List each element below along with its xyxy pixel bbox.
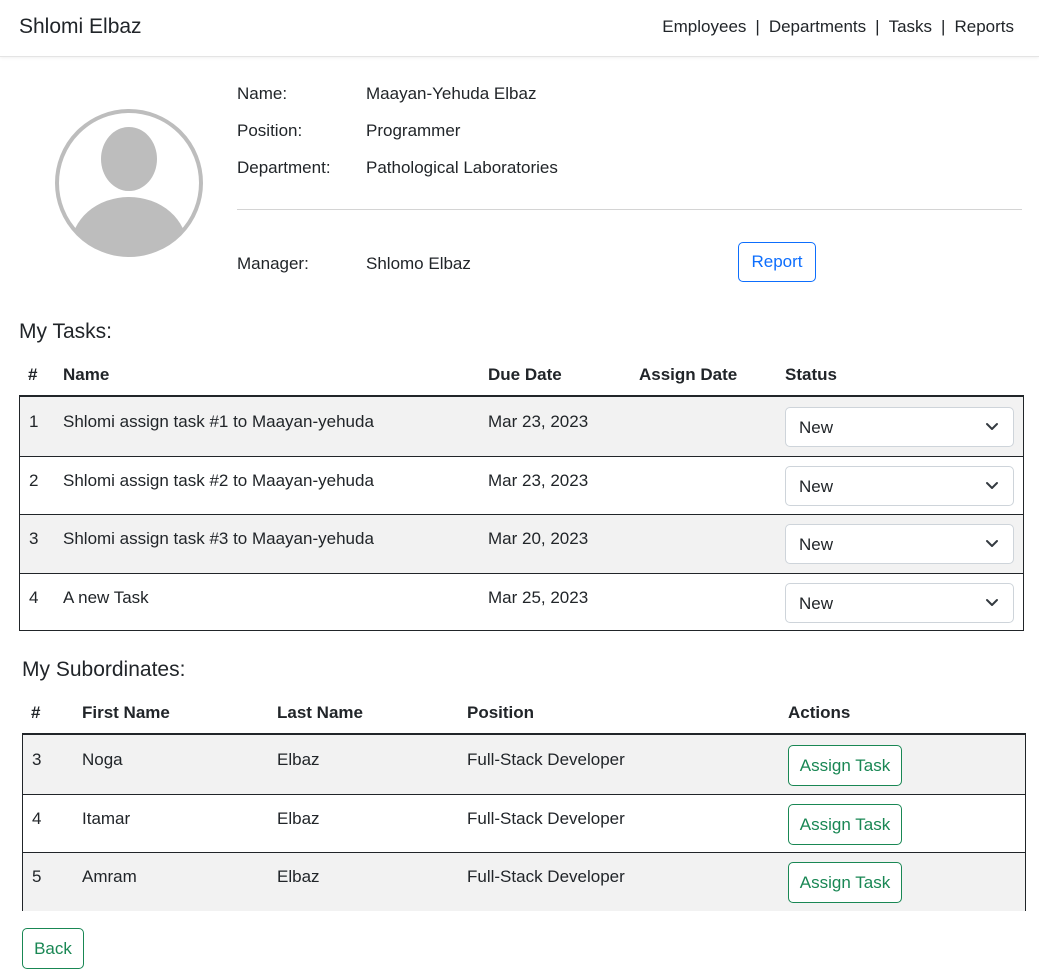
task-num: 3 — [29, 529, 39, 548]
nav-link-reports[interactable]: Reports — [954, 17, 1014, 37]
subordinates-header-position: Position — [467, 703, 535, 722]
tasks-header-due-date: Due Date — [488, 365, 562, 384]
tasks-header-num: # — [28, 365, 38, 384]
table-row: 5 Amram Elbaz Full-Stack Developer Assig… — [23, 852, 1025, 911]
chevron-down-icon — [986, 599, 998, 606]
task-name: Shlomi assign task #1 to Maayan-yehuda — [63, 412, 374, 431]
department-value: Pathological Laboratories — [366, 158, 558, 177]
task-status-value: New — [799, 594, 834, 613]
nav-link-employees[interactable]: Employees — [662, 17, 746, 37]
task-status-select[interactable]: New — [785, 524, 1014, 564]
tasks-table: 1 Shlomi assign task #1 to Maayan-yehuda… — [19, 395, 1024, 631]
task-status-select[interactable]: New — [785, 583, 1014, 623]
profile-divider — [237, 209, 1022, 210]
name-value: Maayan-Yehuda Elbaz — [366, 84, 537, 103]
subordinates-header-actions: Actions — [788, 703, 851, 722]
assign-task-button[interactable]: Assign Task — [788, 862, 902, 903]
task-num: 4 — [29, 588, 39, 607]
task-num: 2 — [29, 471, 39, 490]
task-name: A new Task — [63, 588, 149, 607]
assign-task-button[interactable]: Assign Task — [788, 745, 902, 786]
subordinate-last-name: Elbaz — [277, 809, 320, 828]
subordinates-header-num: # — [31, 703, 41, 722]
task-status-value: New — [799, 477, 834, 496]
position-value: Programmer — [366, 121, 461, 140]
table-row: 2 Shlomi assign task #2 to Maayan-yehuda… — [20, 456, 1023, 514]
task-status-value: New — [799, 418, 834, 437]
table-row: 4 Itamar Elbaz Full-Stack Developer Assi… — [23, 794, 1025, 852]
tasks-header-name: Name — [63, 365, 110, 384]
nav-link-departments[interactable]: Departments — [769, 17, 866, 37]
table-row: 3 Noga Elbaz Full-Stack Developer Assign… — [23, 735, 1025, 794]
table-row: 1 Shlomi assign task #1 to Maayan-yehuda… — [20, 397, 1023, 456]
navbar: Shlomi Elbaz Employees | Departments | T… — [0, 0, 1039, 57]
nav-separator: | — [755, 17, 760, 36]
nav-links: Employees | Departments | Tasks | Report… — [662, 17, 1014, 37]
task-status-value: New — [799, 535, 834, 554]
task-due-date: Mar 25, 2023 — [488, 588, 589, 607]
subordinates-table: 3 Noga Elbaz Full-Stack Developer Assign… — [22, 733, 1026, 911]
name-label: Name: — [237, 84, 288, 103]
subordinate-first-name: Amram — [82, 867, 137, 886]
table-row: 4 A new Task Mar 25, 2023 New — [20, 573, 1023, 631]
navbar-brand[interactable]: Shlomi Elbaz — [19, 15, 142, 39]
back-button[interactable]: Back — [22, 928, 84, 969]
tasks-header-status: Status — [785, 365, 837, 384]
subordinate-last-name: Elbaz — [277, 750, 320, 769]
table-row: 3 Shlomi assign task #3 to Maayan-yehuda… — [20, 514, 1023, 573]
subordinate-last-name: Elbaz — [277, 867, 320, 886]
nav-separator: | — [941, 17, 946, 36]
task-due-date: Mar 20, 2023 — [488, 529, 589, 548]
subordinate-num: 4 — [32, 809, 42, 828]
task-due-date: Mar 23, 2023 — [488, 471, 589, 490]
position-label: Position: — [237, 121, 303, 140]
manager-value: Shlomo Elbaz — [366, 254, 471, 273]
subordinate-num: 3 — [32, 750, 42, 769]
chevron-down-icon — [986, 423, 998, 430]
subordinates-header-first-name: First Name — [82, 703, 170, 722]
report-button[interactable]: Report — [738, 242, 816, 282]
tasks-title: My Tasks: — [19, 320, 112, 343]
task-status-select[interactable]: New — [785, 466, 1014, 506]
subordinates-header-last-name: Last Name — [277, 703, 363, 722]
subordinate-position: Full-Stack Developer — [467, 750, 625, 769]
subordinate-first-name: Noga — [82, 750, 123, 769]
task-status-select[interactable]: New — [785, 407, 1014, 447]
nav-separator: | — [875, 17, 880, 36]
task-due-date: Mar 23, 2023 — [488, 412, 589, 431]
task-num: 1 — [29, 412, 39, 431]
chevron-down-icon — [986, 482, 998, 489]
nav-link-tasks[interactable]: Tasks — [889, 17, 932, 37]
task-name: Shlomi assign task #3 to Maayan-yehuda — [63, 529, 374, 548]
subordinate-num: 5 — [32, 867, 42, 886]
assign-task-button[interactable]: Assign Task — [788, 804, 902, 845]
task-name: Shlomi assign task #2 to Maayan-yehuda — [63, 471, 374, 490]
department-label: Department: — [237, 158, 331, 177]
manager-label: Manager: — [237, 254, 309, 273]
subordinate-position: Full-Stack Developer — [467, 809, 625, 828]
tasks-header-assign-date: Assign Date — [639, 365, 738, 384]
subordinate-first-name: Itamar — [82, 809, 131, 828]
subordinate-position: Full-Stack Developer — [467, 867, 625, 886]
user-avatar-icon — [53, 107, 205, 259]
subordinates-title: My Subordinates: — [22, 658, 186, 681]
chevron-down-icon — [986, 540, 998, 547]
